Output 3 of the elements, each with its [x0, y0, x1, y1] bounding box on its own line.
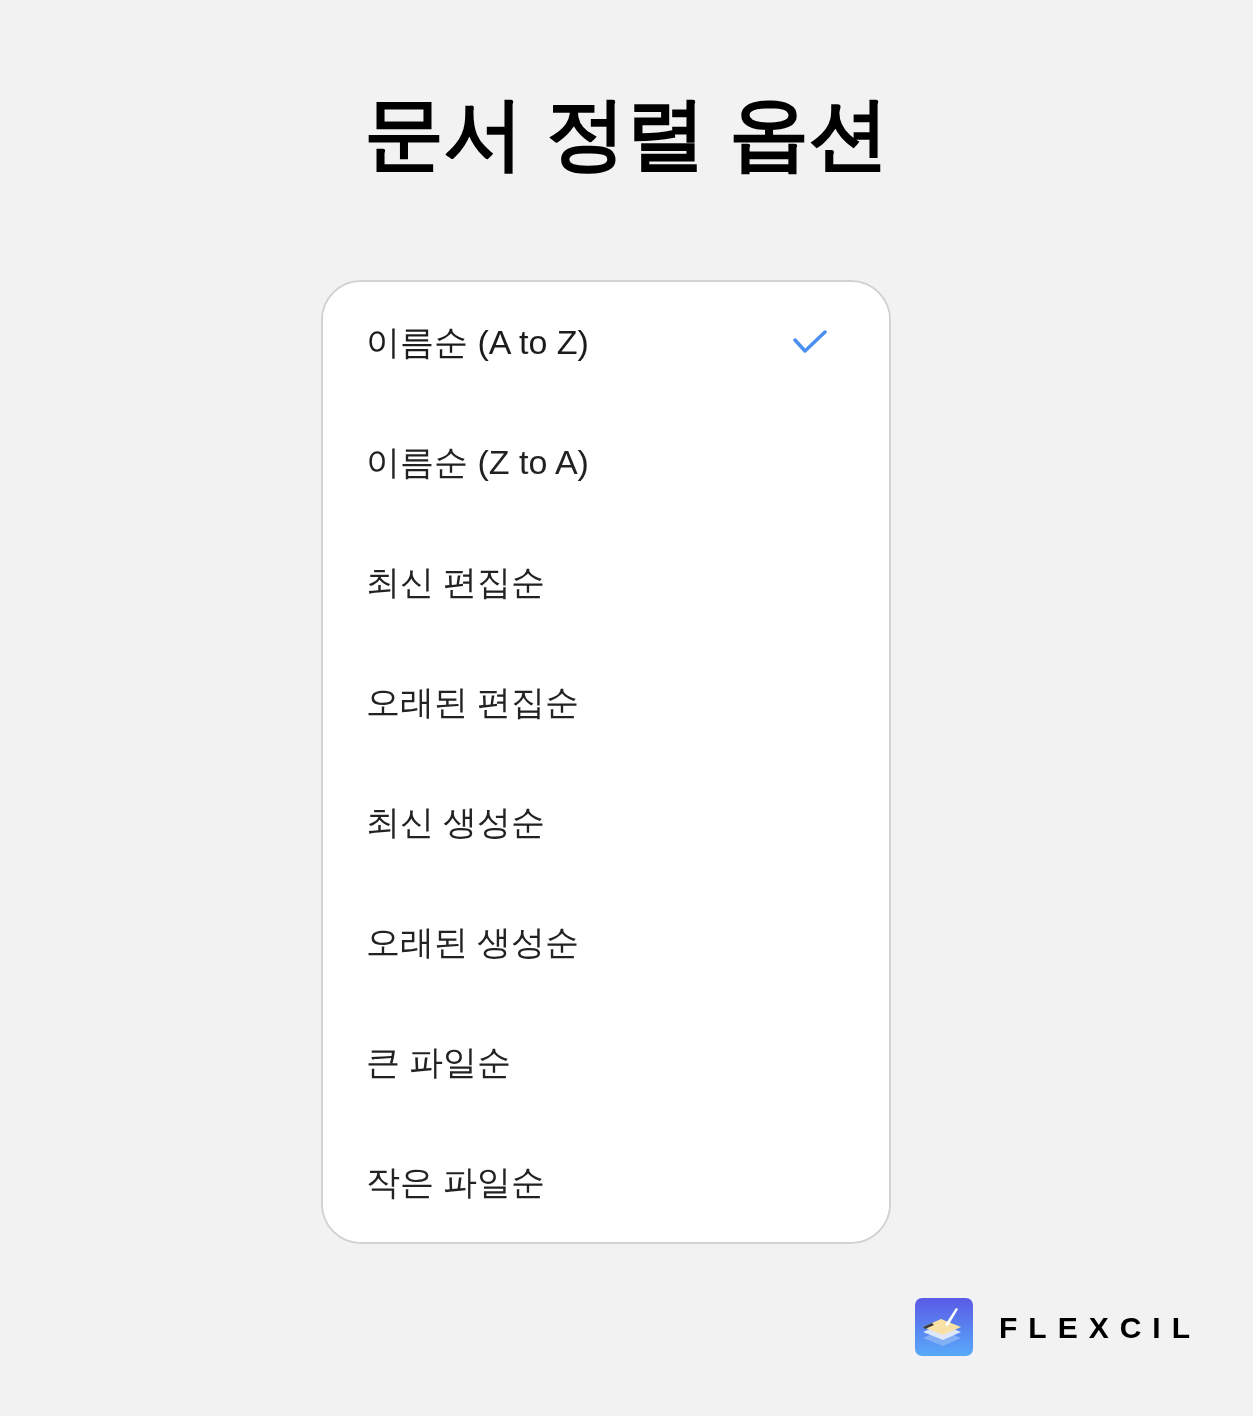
brand-name: FLEXCIL: [999, 1309, 1201, 1346]
app-logo-icon: [915, 1298, 973, 1356]
page-title: 문서 정렬 옵션: [364, 88, 889, 180]
